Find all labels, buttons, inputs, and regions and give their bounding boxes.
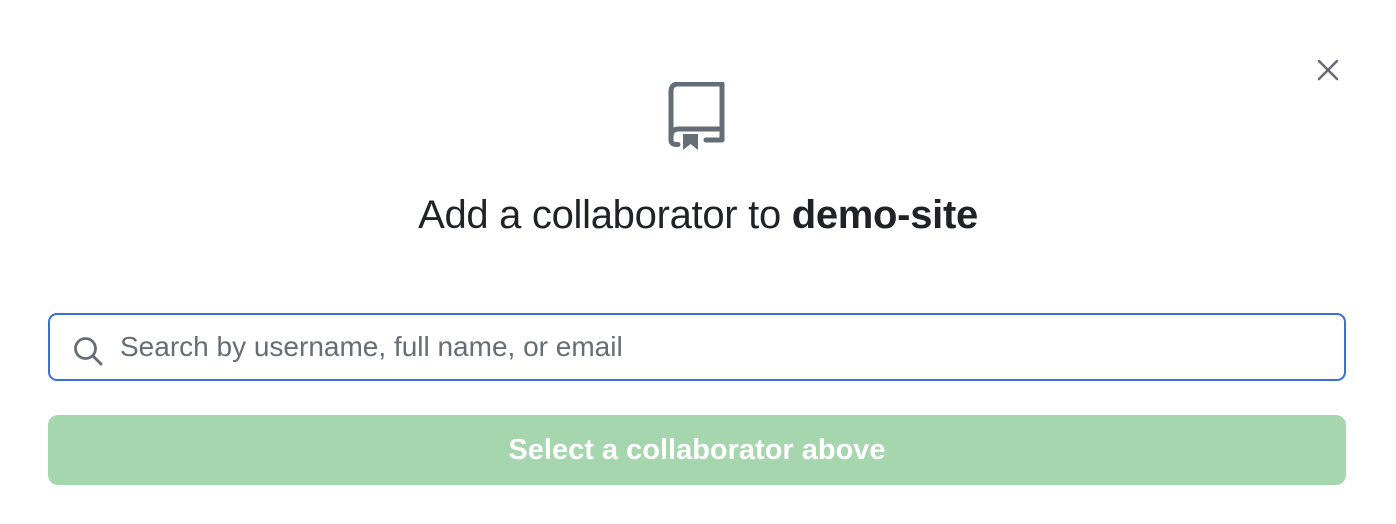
title-prefix: Add a collaborator to	[418, 193, 792, 237]
search-input[interactable]	[120, 323, 1320, 371]
search-field[interactable]	[48, 313, 1346, 381]
add-collaborator-dialog: Add a collaborator to demo-site Select a…	[0, 0, 1396, 524]
select-collaborator-button[interactable]: Select a collaborator above	[48, 415, 1346, 485]
close-icon	[1317, 59, 1339, 81]
dialog-title: Add a collaborator to demo-site	[0, 188, 1396, 242]
repo-name: demo-site	[791, 193, 979, 237]
close-button[interactable]	[1310, 52, 1346, 88]
repo-icon	[668, 82, 725, 150]
search-icon	[74, 337, 103, 366]
